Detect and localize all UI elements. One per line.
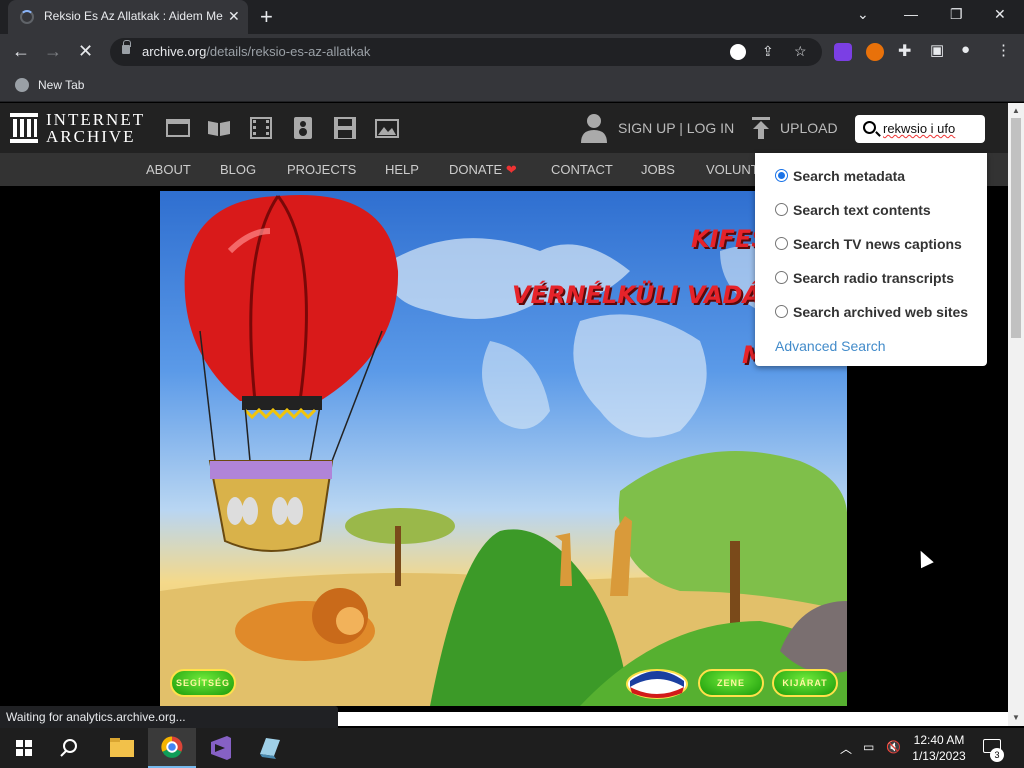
status-bubble: Waiting for analytics.archive.org... [0,706,338,728]
heart-icon: ❤ [505,162,517,177]
images-icon[interactable] [375,117,399,139]
signup-login-link[interactable]: SIGN UP | LOG IN [618,120,734,136]
bookmarks-bar: New Tab [0,70,1024,102]
radio-button[interactable] [775,169,788,182]
status-text: Waiting for analytics.archive.org... [6,710,186,724]
windows-taskbar: ︿ ▭ 🔇 12:40 AM 1/13/2023 3 [0,728,1024,768]
radio-button[interactable] [775,305,788,318]
nav-blog[interactable]: BLOG [220,162,256,177]
search-icon[interactable] [863,121,876,134]
extensions-icon[interactable]: ✚ [898,41,911,61]
profile-icon[interactable]: ● [961,41,970,58]
radio-button[interactable] [775,203,788,216]
url-text: archive.org/details/reksio-es-az-allatka… [142,44,371,59]
nav-about[interactable]: ABOUT [146,162,191,177]
forward-icon[interactable]: → [44,41,62,62]
ia-search-box[interactable]: rekwsio i ufo [855,115,985,143]
network-icon[interactable]: ▭ [863,740,874,754]
search-options-dropdown: Search metadata Search text contents Sea… [755,153,987,366]
advanced-search-link[interactable]: Advanced Search [775,338,886,354]
window-close-icon[interactable]: ✕ [994,6,1006,23]
tab-strip: Reksio Es Az Allatkak : Aidem Me ✕ + ⌄ —… [0,0,1024,34]
texts-icon[interactable] [207,117,231,139]
tab-search-icon[interactable]: ⌄ [857,6,869,23]
game-scene-illustration [160,194,847,706]
minimize-icon[interactable]: — [904,6,918,22]
loading-spinner-icon [20,10,34,24]
audio-icon[interactable] [291,117,315,139]
extension-fox-icon[interactable] [866,43,884,61]
page-scrollbar[interactable]: ▲ ▼ [1008,103,1024,726]
tab-close-icon[interactable]: ✕ [228,8,240,25]
game-title-line2: VÉRNÉLKÜLI VADÁS [512,281,779,309]
bookmark-new-tab[interactable]: New Tab [38,78,84,92]
volume-muted-icon[interactable]: 🔇 [886,740,901,754]
windows-start-icon[interactable] [0,728,48,768]
user-avatar-icon[interactable] [580,113,608,143]
search-icon[interactable] [48,728,96,768]
radio-button[interactable] [775,271,788,284]
nav-jobs[interactable]: JOBS [641,162,675,177]
file-explorer-icon[interactable] [98,728,146,768]
nav-help[interactable]: HELP [385,162,419,177]
archive-logo-icon[interactable] [10,113,38,143]
browser-tab[interactable]: Reksio Es Az Allatkak : Aidem Me ✕ [8,0,248,34]
radio-button[interactable] [775,237,788,250]
system-clock[interactable]: 12:40 AM 1/13/2023 [905,732,973,764]
software-icon[interactable] [333,117,357,139]
upload-link[interactable]: UPLOAD [780,120,838,136]
address-bar[interactable]: archive.org/details/reksio-es-az-allatka… [110,38,822,66]
extension-twitch-icon[interactable] [834,43,852,61]
archive-logo-text[interactable]: INTERNET ARCHIVE [46,111,145,145]
web-icon[interactable] [166,117,190,139]
video-icon[interactable] [249,117,273,139]
restore-icon[interactable]: ❐ [950,6,963,23]
globe-icon [15,78,29,92]
new-tab-button[interactable]: + [260,4,273,30]
tray-chevron-icon[interactable]: ︿ [840,740,852,757]
browser-toolbar: ← → ✕ archive.org/details/reksio-es-az-a… [0,34,1024,70]
game-canvas[interactable]: KIFES VÉRNÉLKÜLI VADÁS M SEGÍTSÉG ZENE K… [160,191,847,706]
google-icon[interactable] [730,44,746,60]
nav-projects[interactable]: PROJECTS [287,162,356,177]
upload-icon[interactable] [752,117,770,139]
share-icon[interactable]: ⇪ [762,43,774,60]
nav-donate[interactable]: DONATE ❤ [449,162,517,178]
ia-top-bar: INTERNET ARCHIVE SIGN UP | LOG IN UPLOAD… [0,103,1008,153]
back-icon[interactable]: ← [12,41,30,62]
scroll-up-icon[interactable]: ▲ [1012,106,1020,115]
notification-count-badge: 3 [990,748,1004,762]
nav-volunteer[interactable]: VOLUNT [706,162,759,177]
game-help-button[interactable]: SEGÍTSÉG [170,669,236,697]
game-exit-button[interactable]: KIJÁRAT [772,669,838,697]
star-icon[interactable]: ☆ [794,43,807,60]
stop-icon[interactable]: ✕ [78,41,93,62]
lock-icon[interactable] [122,40,131,54]
chrome-icon[interactable] [148,728,196,768]
nav-contact[interactable]: CONTACT [551,162,613,177]
sidepanel-icon[interactable]: ▣ [930,41,944,59]
page-bottom-strip [338,712,1008,726]
menu-icon[interactable]: ⋮ [996,41,1011,59]
game-music-button[interactable]: ZENE [698,669,764,697]
search-input[interactable]: rekwsio i ufo [883,121,955,136]
app-icon[interactable] [246,728,294,768]
visual-studio-icon[interactable] [197,728,245,768]
scroll-down-icon[interactable]: ▼ [1012,713,1020,722]
tab-title: Reksio Es Az Allatkak : Aidem Me [44,9,223,23]
scrollbar-thumb[interactable] [1011,118,1021,338]
